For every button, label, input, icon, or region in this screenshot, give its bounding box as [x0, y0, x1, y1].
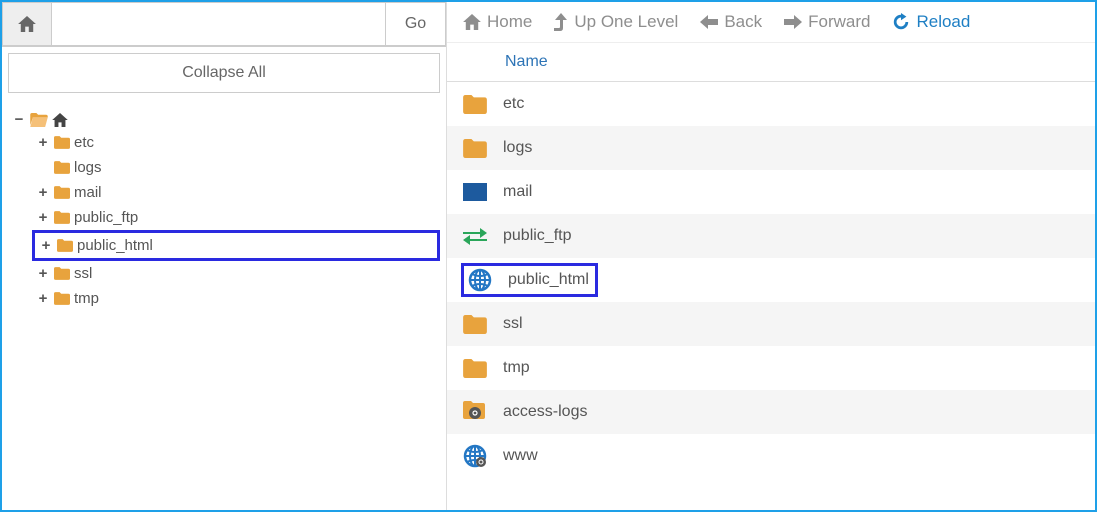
table-header: Name [447, 43, 1095, 82]
folder-icon [54, 136, 70, 149]
toolbar-home-label: Home [487, 12, 532, 32]
file-row-public_html[interactable]: public_html [447, 258, 1095, 302]
file-row-label: www [503, 447, 538, 465]
toolbar-back-label: Back [724, 12, 762, 32]
file-row-public_ftp[interactable]: public_ftp [447, 214, 1095, 258]
column-name[interactable]: Name [505, 53, 548, 71]
file-row-label: tmp [503, 359, 530, 377]
file-row-ssl[interactable]: ssl [447, 302, 1095, 346]
toolbar-forward[interactable]: Forward [784, 12, 870, 32]
folder-icon [461, 139, 489, 158]
file-row-label: ssl [503, 315, 523, 333]
collapse-all-button[interactable]: Collapse All [8, 53, 440, 93]
file-list: etc logs mail public_ftp public_htmlssl tmp ac… [447, 82, 1095, 510]
file-row-label: public_html [508, 271, 589, 289]
mail-icon [461, 183, 489, 201]
toolbar-home[interactable]: Home [463, 12, 532, 32]
folder-icon [54, 161, 70, 174]
toolbar: Home Up One Level Back Forward Reload [447, 2, 1095, 43]
folder-icon [54, 211, 70, 224]
expand-toggle[interactable]: + [39, 237, 53, 254]
file-row-mail[interactable]: mail [447, 170, 1095, 214]
folder-icon [461, 359, 489, 378]
tree-item-public_html[interactable]: + public_html [32, 230, 440, 261]
left-pane: Go Collapse All − + etc logs + mail + public_f… [2, 2, 447, 510]
directory-tree: − + etc logs + mail + public_ftp + public_html + s… [2, 99, 446, 321]
file-row-label: logs [503, 139, 532, 157]
folder-icon [461, 315, 489, 334]
tree-item-mail[interactable]: + mail [32, 180, 440, 205]
tree-root[interactable]: − [8, 109, 440, 130]
file-row-www[interactable]: www [447, 434, 1095, 478]
toolbar-forward-label: Forward [808, 12, 870, 32]
file-row-label: public_ftp [503, 227, 572, 245]
file-row-access-logs[interactable]: access-logs [447, 390, 1095, 434]
tree-item-label: mail [74, 184, 102, 201]
path-bar: Go [2, 2, 446, 47]
toolbar-back[interactable]: Back [700, 12, 762, 32]
toolbar-reload-label: Reload [916, 12, 970, 32]
home-icon [18, 16, 36, 32]
tree-item-ssl[interactable]: + ssl [32, 261, 440, 286]
expand-toggle[interactable]: − [12, 111, 26, 128]
file-row-tmp[interactable]: tmp [447, 346, 1095, 390]
expand-toggle[interactable]: + [36, 265, 50, 282]
tree-item-label: tmp [74, 290, 99, 307]
folder-icon [54, 186, 70, 199]
expand-toggle[interactable]: + [36, 184, 50, 201]
transfer-icon [461, 227, 489, 245]
up-arrow-icon [554, 13, 568, 31]
toolbar-reload[interactable]: Reload [892, 12, 970, 32]
globe-icon [461, 444, 489, 468]
toolbar-up[interactable]: Up One Level [554, 12, 678, 32]
expand-toggle[interactable]: + [36, 209, 50, 226]
expand-toggle[interactable]: + [36, 134, 50, 151]
toolbar-up-label: Up One Level [574, 12, 678, 32]
folder-icon [54, 267, 70, 280]
tree-item-label: logs [74, 159, 102, 176]
path-input[interactable] [52, 2, 386, 46]
file-row-label: mail [503, 183, 532, 201]
reload-icon [892, 13, 910, 31]
tree-item-tmp[interactable]: + tmp [32, 286, 440, 311]
home-button[interactable] [2, 2, 52, 46]
tree-item-label: ssl [74, 265, 92, 282]
folder-icon [461, 95, 489, 114]
home-icon [463, 14, 481, 30]
tree-item-label: public_ftp [74, 209, 138, 226]
file-row-etc[interactable]: etc [447, 82, 1095, 126]
tree-item-etc[interactable]: + etc [32, 130, 440, 155]
tree-item-label: public_html [77, 237, 153, 254]
back-arrow-icon [700, 15, 718, 29]
folder-icon [57, 239, 73, 252]
forward-arrow-icon [784, 15, 802, 29]
tree-item-logs[interactable]: logs [32, 155, 440, 180]
file-row-label: etc [503, 95, 524, 113]
file-row-logs[interactable]: logs [447, 126, 1095, 170]
home-icon [52, 113, 68, 127]
file-row-label: access-logs [503, 403, 587, 421]
expand-toggle[interactable]: + [36, 290, 50, 307]
folder-icon [54, 292, 70, 305]
folder-open-icon [30, 113, 48, 127]
right-pane: Home Up One Level Back Forward Reload Na… [447, 2, 1095, 510]
folder-link-icon [461, 401, 489, 423]
globe-icon [466, 268, 494, 292]
go-button[interactable]: Go [386, 2, 446, 46]
tree-item-public_ftp[interactable]: + public_ftp [32, 205, 440, 230]
tree-item-label: etc [74, 134, 94, 151]
